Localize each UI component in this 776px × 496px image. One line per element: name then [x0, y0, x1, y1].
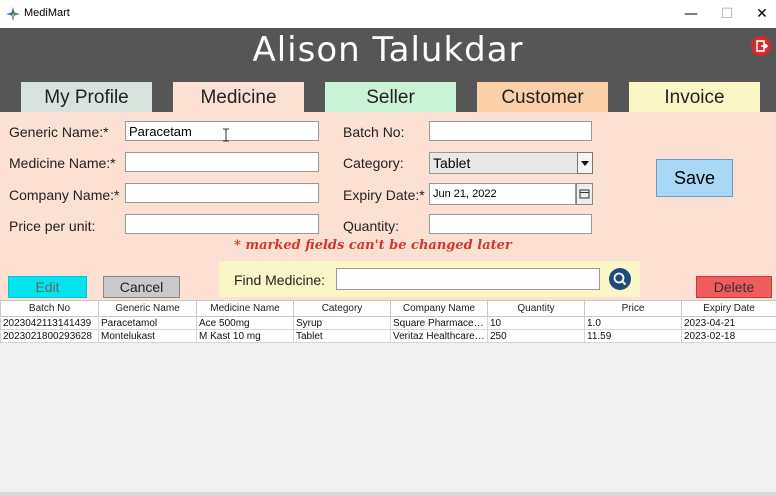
generic-name-label: Generic Name:* — [9, 124, 109, 140]
calendar-button[interactable] — [576, 183, 593, 205]
tab-seller[interactable]: Seller — [325, 82, 456, 114]
quantity-label: Quantity: — [343, 218, 400, 234]
table-cell: Montelukast — [98, 329, 197, 343]
quantity-field[interactable] — [429, 214, 592, 234]
minimize-button[interactable]: — — [676, 4, 706, 24]
batch-no-label: Batch No: — [343, 124, 405, 140]
column-header[interactable]: Medicine Name — [196, 300, 294, 317]
tab-invoice[interactable]: Invoice — [629, 82, 760, 114]
delete-button[interactable]: Delete — [696, 276, 772, 298]
edit-button[interactable]: Edit — [8, 276, 87, 298]
table-row[interactable]: 2023042113141439 Paracetamol Ace 500mg S… — [0, 316, 776, 330]
medicine-table: Batch No Generic Name Medicine Name Cate… — [0, 300, 776, 343]
table-cell: Veritaz Healthcare Ltd — [390, 329, 488, 343]
price-per-unit-label: Price per unit: — [9, 218, 96, 234]
medicine-name-label: Medicine Name:* — [9, 155, 116, 171]
column-header[interactable]: Generic Name — [98, 300, 197, 317]
column-header[interactable]: Price — [584, 300, 682, 317]
logout-button[interactable] — [751, 36, 771, 56]
column-header[interactable]: Batch No — [0, 300, 99, 317]
column-header[interactable]: Category — [293, 300, 391, 317]
table-cell: 2023042113141439 — [0, 316, 99, 330]
batch-no-field[interactable] — [429, 121, 592, 141]
maximize-button[interactable]: ☐ — [712, 4, 742, 24]
tab-customer[interactable]: Customer — [477, 82, 608, 114]
tab-medicine[interactable]: Medicine — [173, 82, 304, 116]
window-title: MediMart — [24, 7, 70, 19]
table-cell: Syrup — [293, 316, 391, 330]
window-bottom-border — [0, 492, 776, 496]
title-bar: MediMart — ☐ ✕ — [0, 0, 776, 28]
cancel-button[interactable]: Cancel — [103, 276, 180, 298]
company-name-field[interactable] — [125, 183, 319, 203]
column-header[interactable]: Quantity — [487, 300, 585, 317]
text-cursor-icon — [223, 128, 229, 142]
table-cell: Paracetamol — [98, 316, 197, 330]
table-cell: Square Pharmaceuti... — [390, 316, 488, 330]
column-header[interactable]: Expiry Date — [681, 300, 776, 317]
table-cell: Ace 500mg — [196, 316, 294, 330]
table-cell: 10 — [487, 316, 585, 330]
table-cell: Tablet — [293, 329, 391, 343]
category-select[interactable]: Tablet — [429, 152, 593, 174]
medimart-window: MediMart — ☐ ✕ Alison Talukdar My Profil… — [0, 0, 776, 496]
table-cell: M Kast 10 mg — [196, 329, 294, 343]
calendar-icon — [579, 189, 590, 199]
table-cell: 250 — [487, 329, 585, 343]
company-name-label: Company Name:* — [9, 187, 120, 203]
table-header-row: Batch No Generic Name Medicine Name Cate… — [0, 300, 776, 317]
chevron-down-icon — [581, 161, 589, 166]
required-fields-note: * marked fields can't be changed later — [234, 238, 512, 253]
category-dropdown-button[interactable] — [577, 152, 593, 174]
save-button[interactable]: Save — [656, 159, 733, 197]
column-header[interactable]: Company Name — [390, 300, 488, 317]
user-name-heading: Alison Talukdar — [252, 30, 524, 70]
search-icon — [613, 272, 627, 286]
logout-icon — [756, 40, 769, 52]
price-per-unit-field[interactable] — [125, 214, 319, 234]
table-cell: 2023-04-21 — [681, 316, 776, 330]
table-cell: 1.0 — [584, 316, 682, 330]
medicine-name-field[interactable] — [125, 152, 319, 172]
table-row[interactable]: 2023021800293628 Montelukast M Kast 10 m… — [0, 329, 776, 343]
close-button[interactable]: ✕ — [747, 4, 776, 24]
app-logo-icon — [6, 7, 20, 21]
find-medicine-input[interactable] — [336, 268, 600, 290]
category-label: Category: — [343, 155, 404, 171]
expiry-date-label: Expiry Date:* — [343, 187, 425, 203]
table-cell: 2023021800293628 — [0, 329, 99, 343]
search-button[interactable] — [609, 268, 631, 290]
expiry-date-field[interactable]: Jun 21, 2022 — [429, 183, 576, 205]
table-cell: 11.59 — [584, 329, 682, 343]
tab-my-profile[interactable]: My Profile — [21, 82, 152, 114]
table-cell: 2023-02-18 — [681, 329, 776, 343]
find-medicine-label: Find Medicine: — [234, 272, 326, 288]
